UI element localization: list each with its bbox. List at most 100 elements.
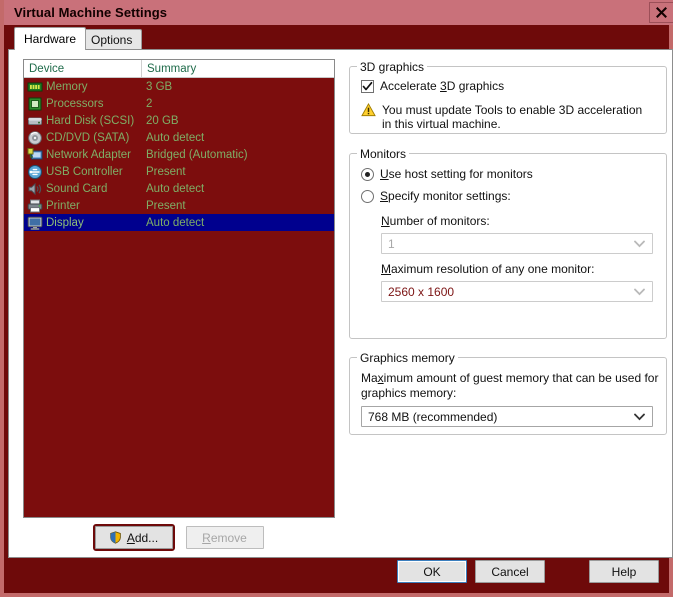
shield-icon: [110, 531, 121, 544]
specify-monitor-settings-label: Specify monitor settings:: [380, 189, 511, 203]
use-host-setting-label: Use host setting for monitors: [380, 167, 533, 181]
network-adapter-icon: [27, 147, 43, 159]
device-row[interactable]: Printer Present: [24, 197, 334, 214]
remove-button[interactable]: Remove: [185, 526, 264, 549]
ok-button-label: OK: [423, 564, 441, 579]
device-summary-cell: 2: [146, 97, 153, 110]
device-rows: Memory 3 GB Processors 2 Hard Disk (SCSI) 20 …: [24, 78, 334, 231]
device-list-header: Device Summary: [24, 60, 334, 78]
device-summary-cell: 3 GB: [146, 80, 173, 93]
warning-icon: [361, 103, 376, 117]
help-button[interactable]: Help: [589, 560, 659, 583]
group-3d-graphics-title: 3D graphics: [357, 60, 428, 74]
device-row[interactable]: Display Auto detect: [24, 214, 334, 231]
column-header-device[interactable]: Device: [24, 60, 142, 77]
cd-dvd-icon: [28, 130, 42, 145]
device-name-cell: Sound Card: [24, 181, 142, 197]
group-3d-graphics: 3D graphics Accelerate 3D graphics You m…: [349, 60, 667, 134]
close-icon: [656, 7, 667, 18]
device-row[interactable]: Memory 3 GB: [24, 78, 334, 95]
group-monitors: Monitors Use host setting for monitors S…: [349, 147, 667, 339]
add-button-label: Add...: [126, 530, 159, 545]
device-summary-cell: Auto detect: [146, 131, 205, 144]
device-summary-cell: Auto detect: [146, 182, 205, 195]
max-resolution-label: Maximum resolution of any one monitor:: [381, 262, 595, 276]
help-button-label: Help: [611, 564, 637, 579]
device-row[interactable]: CD/DVD (SATA) Auto detect: [24, 129, 334, 146]
device-name-label: Memory: [46, 80, 88, 93]
device-row[interactable]: Processors 2: [24, 95, 334, 112]
sound-card-icon: [28, 182, 42, 195]
device-name-cell: Memory: [24, 79, 142, 95]
group-graphics-memory-title: Graphics memory: [357, 351, 458, 365]
group-graphics-memory: Graphics memory Maximum amount of guest …: [349, 351, 667, 435]
title-bar: Virtual Machine Settings: [4, 0, 673, 25]
vm-settings-dialog: Virtual Machine Settings Hardware Option…: [0, 0, 673, 597]
number-of-monitors-label: Number of monitors:: [381, 214, 490, 228]
list-action-buttons: Add... Remove: [23, 524, 335, 551]
radio-dot: [365, 172, 370, 177]
column-header-summary[interactable]: Summary: [142, 60, 334, 77]
device-summary-cell: Auto detect: [146, 216, 205, 229]
accelerate-3d-row[interactable]: Accelerate 3D graphics: [361, 80, 504, 93]
tab-strip: Hardware Options: [8, 27, 673, 50]
dialog-button-bar: OK Cancel Help: [4, 554, 669, 593]
use-host-setting-radio[interactable]: [361, 168, 374, 181]
specify-monitor-settings-row[interactable]: Specify monitor settings:: [361, 190, 511, 203]
device-name-label: CD/DVD (SATA): [46, 131, 130, 144]
chevron-down-icon: [634, 288, 645, 295]
close-button[interactable]: [649, 2, 673, 23]
column-header-device-label: Device: [29, 62, 65, 75]
device-row[interactable]: Sound Card Auto detect: [24, 180, 334, 197]
device-name-label: Sound Card: [46, 182, 108, 195]
chevron-down-icon: [634, 240, 645, 247]
cancel-button[interactable]: Cancel: [475, 560, 545, 583]
device-name-cell: Processors: [24, 96, 142, 112]
device-summary-cell: Present: [146, 165, 186, 178]
device-name-label: USB Controller: [46, 165, 123, 178]
device-row[interactable]: Hard Disk (SCSI) 20 GB: [24, 112, 334, 129]
device-name-cell: CD/DVD (SATA): [24, 130, 142, 146]
device-name-label: Printer: [46, 199, 80, 212]
device-name-label: Hard Disk (SCSI): [46, 114, 135, 127]
device-row[interactable]: USB Controller Present: [24, 163, 334, 180]
device-summary-cell: Bridged (Automatic): [146, 148, 248, 161]
cancel-button-label: Cancel: [491, 564, 529, 579]
accelerate-3d-label: Accelerate 3D graphics: [380, 79, 505, 93]
device-name-cell: Printer: [24, 198, 142, 214]
tab-options-label: Options: [91, 33, 133, 47]
column-header-summary-label: Summary: [147, 62, 197, 75]
device-summary-cell: 20 GB: [146, 114, 179, 127]
add-button[interactable]: Add...: [92, 524, 175, 551]
number-of-monitors-value: 1: [388, 236, 395, 251]
tab-hardware[interactable]: Hardware: [14, 27, 87, 50]
printer-icon: [27, 199, 43, 213]
tools-warning-text: You must update Tools to enable 3D accel…: [382, 103, 643, 131]
max-resolution-select[interactable]: 2560 x 1600: [381, 281, 653, 302]
memory-icon: [27, 82, 43, 91]
ok-button[interactable]: OK: [397, 560, 467, 583]
chevron-down-icon: [634, 413, 645, 420]
tools-warning: You must update Tools to enable 3D accel…: [361, 103, 654, 131]
device-row[interactable]: Network Adapter Bridged (Automatic): [24, 146, 334, 163]
usb-controller-icon: [28, 164, 42, 179]
use-host-setting-row[interactable]: Use host setting for monitors: [361, 168, 533, 181]
graphics-memory-label: Maximum amount of guest memory that can …: [361, 371, 659, 400]
graphics-memory-select[interactable]: 768 MB (recommended): [361, 406, 653, 427]
tab-hardware-label: Hardware: [24, 32, 77, 46]
graphics-memory-value: 768 MB (recommended): [368, 409, 498, 424]
device-name-cell: USB Controller: [24, 164, 142, 180]
accelerate-3d-checkbox[interactable]: [361, 80, 374, 93]
content-panel: Device Summary Memory 3 GB Processors 2 Hard…: [8, 49, 673, 558]
number-of-monitors-select[interactable]: 1: [381, 233, 653, 254]
device-summary-cell: Present: [146, 199, 186, 212]
checkmark-icon: [362, 81, 373, 91]
device-name-cell: Network Adapter: [24, 147, 142, 163]
display-icon: [27, 216, 43, 230]
tab-options[interactable]: Options: [81, 29, 143, 50]
device-list[interactable]: Device Summary Memory 3 GB Processors 2 Hard…: [23, 59, 335, 518]
device-name-cell: Hard Disk (SCSI): [24, 113, 142, 129]
device-name-label: Display: [46, 216, 84, 229]
specify-monitor-settings-radio[interactable]: [361, 190, 374, 203]
hard-disk-icon: [28, 117, 42, 125]
